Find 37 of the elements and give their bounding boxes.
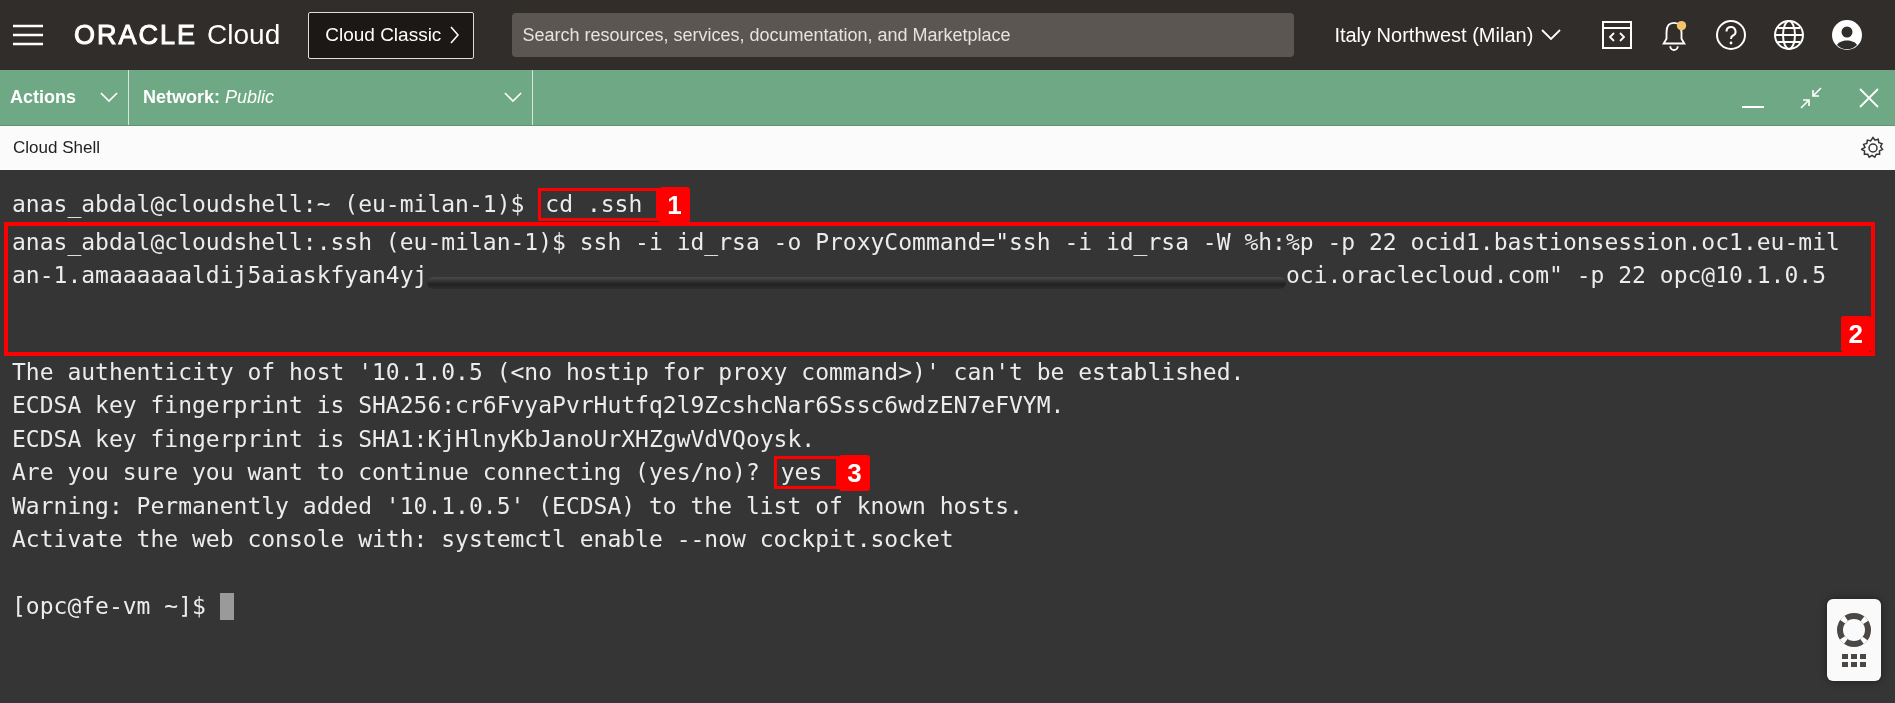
terminal-text: an-1.amaaaaaaldij5aiaskfyan4yj [12,261,428,290]
terminal-text: Warning: Permanently added '10.1.0.5' (ECDSA) to the list of known hosts. [12,491,1023,521]
chevron-down-icon [1541,29,1562,41]
prompt-text: Are you sure you want to continue connecting (yes/no)? [12,458,760,487]
terminal-text: anas_abdal@cloudshell:.ssh (eu-milan-1)$ ssh -i id_rsa -o ProxyCommand="ssh -i id_rsa -W %h:%p -p 22 ocid1.bastionsession.oc1.eu-mil [12,227,1840,258]
globe-icon[interactable] [1773,19,1806,51]
command-text: yes [780,458,823,488]
panel-title: Cloud Shell [13,138,100,158]
close-icon[interactable] [1857,85,1881,110]
prompt-text: anas_abdal@cloudshell:~ (eu-milan-1)$ [12,190,525,220]
menu-icon[interactable] [12,24,44,46]
user-avatar-icon[interactable] [1831,19,1864,51]
terminal-text: ECDSA key fingerprint is SHA256:cr6FvyaPvrHutfq2l9ZcshcNar6Sssc6wdzEN7eFVYM. [12,391,1065,420]
region-selector[interactable]: Italy Northwest (Milan) [1334,23,1562,47]
terminal[interactable] [0,170,1895,703]
console-switch-button[interactable]: Cloud Classic [308,11,475,59]
callout-number: 3 [839,454,870,491]
help-icon[interactable] [1715,19,1748,51]
terminal-text: The authenticity of host '10.1.0.5 (<no hostip for proxy command>)' can't be established. [12,357,1245,387]
chevron-down-icon [100,92,118,103]
text-cursor [219,593,234,621]
code-editor-icon[interactable] [1601,19,1634,51]
chevron-right-icon [449,26,460,44]
logo-text[interactable]: ORACLE [74,19,198,51]
terminal-text: oci.oraclecloud.com" -p 22 opc@10.1.0.5 [1285,261,1826,290]
logo-product[interactable]: Cloud [207,19,281,51]
help-widget[interactable] [1827,599,1881,681]
terminal-text: ECDSA key fingerprint is SHA1:KjHlnyKbJanoUrXHZgwVdVQoysk. [12,424,816,454]
callout-number: 2 [1840,315,1871,352]
prompt-text: [opc@fe-vm ~]$ [12,592,206,621]
settings-icon[interactable] [1861,136,1885,160]
command-text: cd .ssh [545,190,643,220]
search-field[interactable]: Search resources, services, documentation, and Marketplace [512,13,1295,57]
restore-icon[interactable] [1799,85,1823,110]
chevron-down-icon [504,92,522,103]
callout-number: 1 [659,186,690,223]
terminal-text: Activate the web console with: systemctl enable --now cockpit.socket [12,525,954,554]
